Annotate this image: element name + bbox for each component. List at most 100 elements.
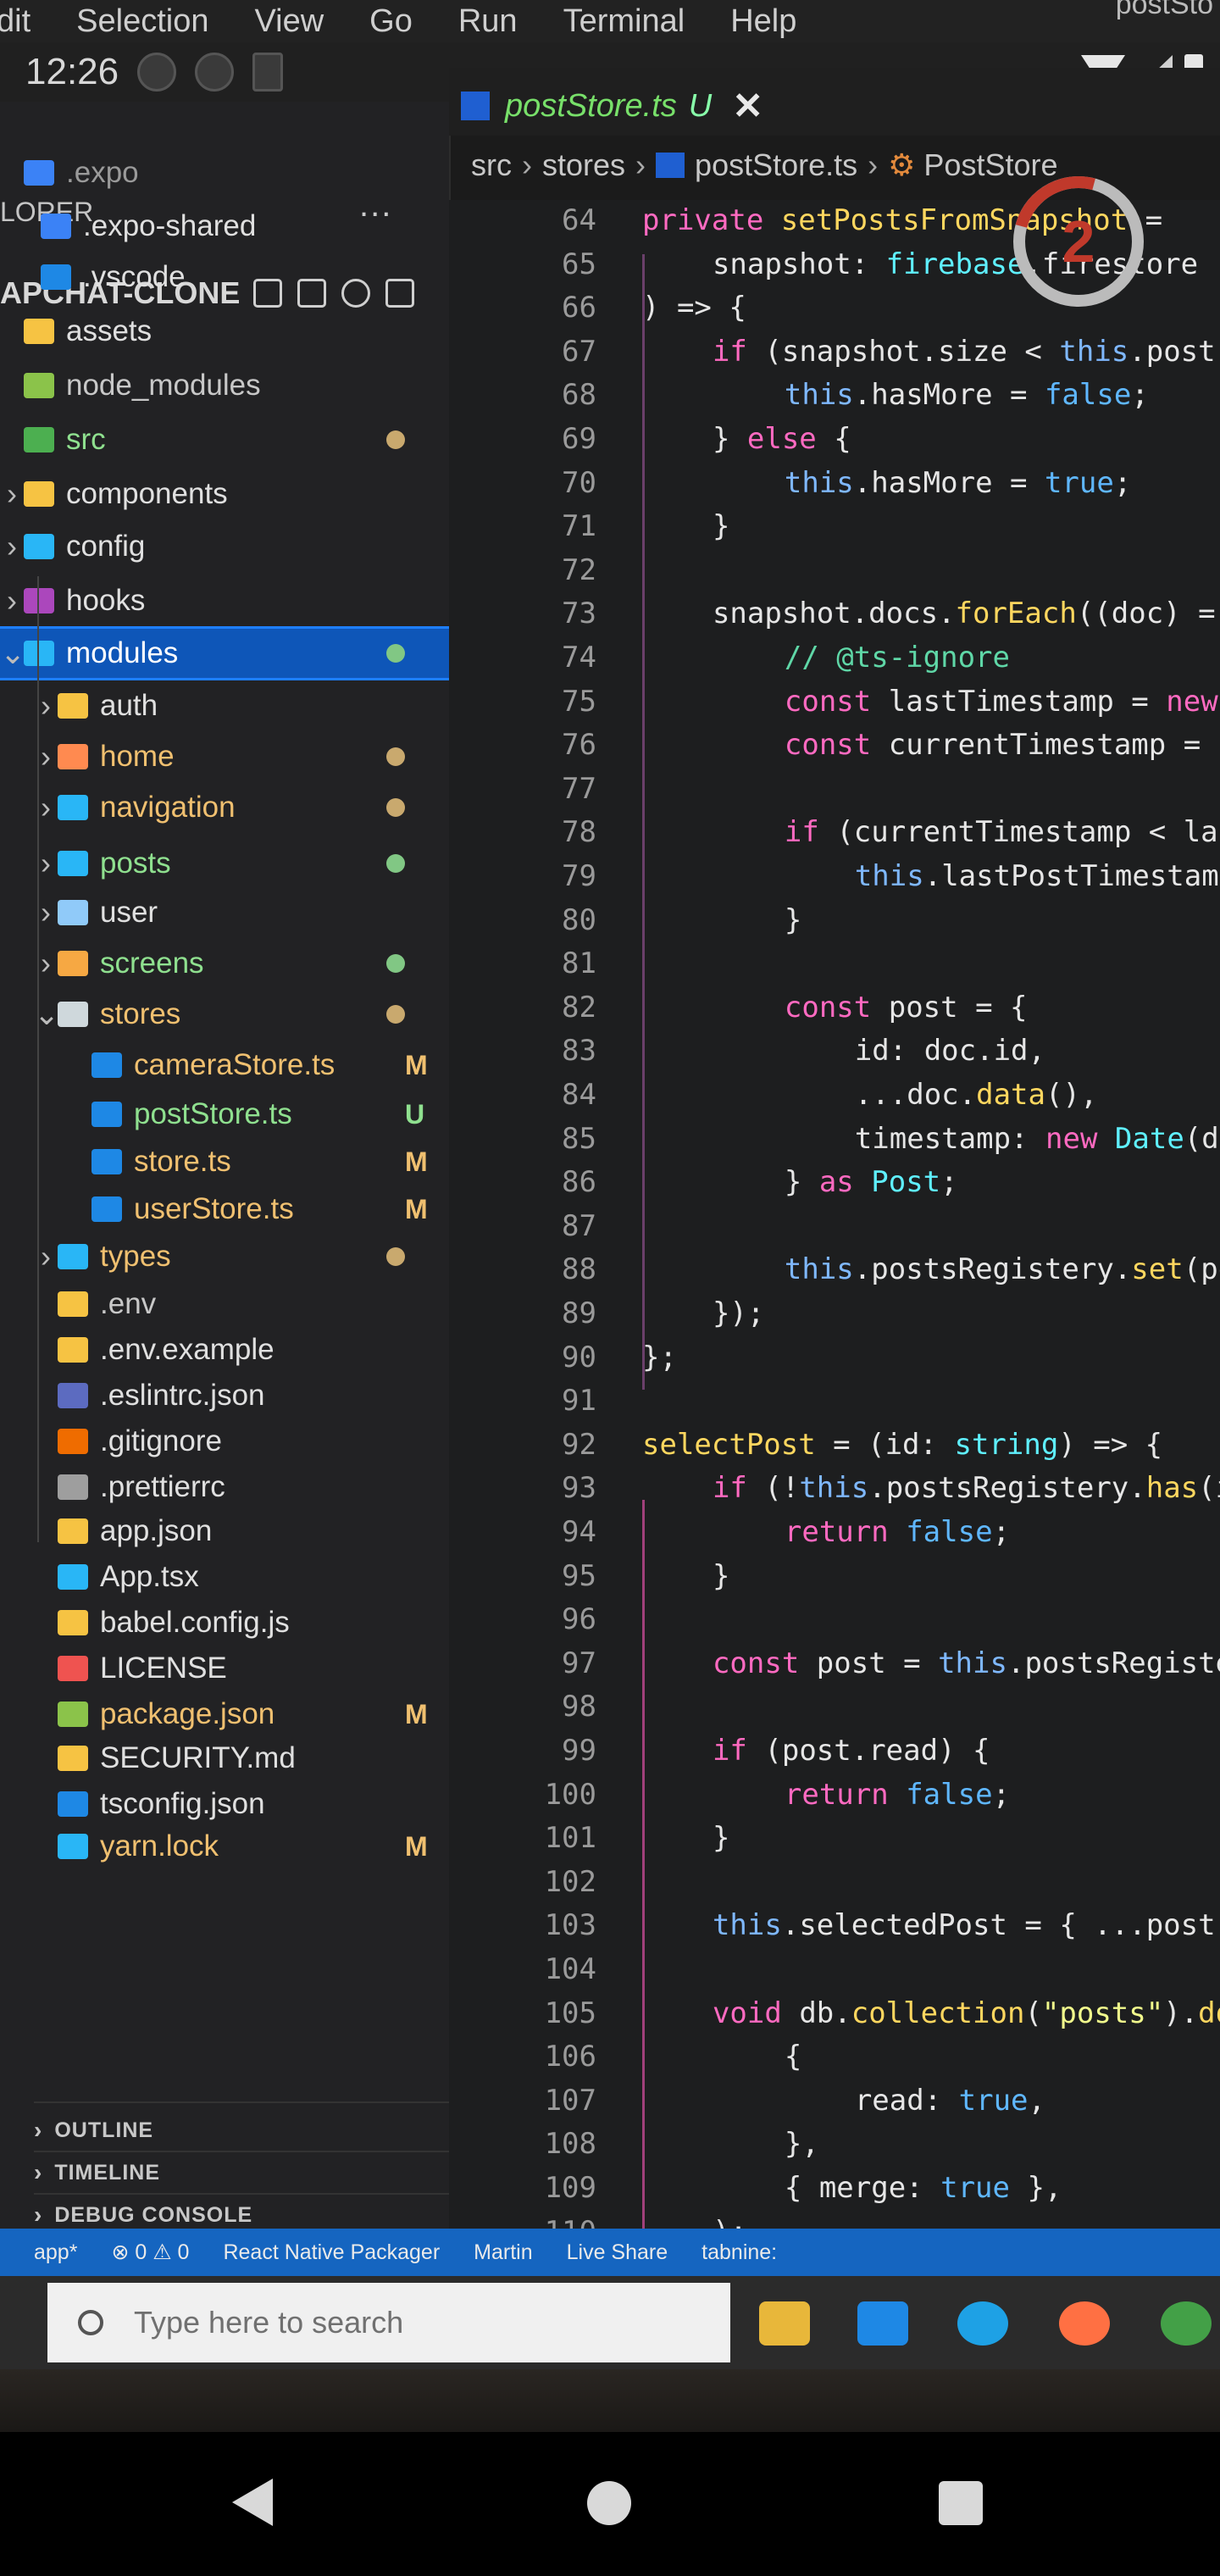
git-branch-item[interactable]: app* [34, 2240, 77, 2265]
tree-item[interactable]: LICENSE [0, 1644, 449, 1693]
tree-item[interactable]: › types [0, 1232, 449, 1281]
tree-item[interactable]: babel.config.js [0, 1598, 449, 1647]
code-line[interactable]: this.lastPostTimestamp = d [751, 859, 1220, 893]
tree-item[interactable]: app.json [0, 1507, 449, 1556]
chrome-icon[interactable] [1161, 2301, 1212, 2346]
code-line[interactable]: } as Post; [715, 1165, 958, 1199]
tree-item[interactable]: .prettierrc [0, 1463, 449, 1512]
code-line[interactable]: } [678, 1821, 729, 1855]
code-line[interactable]: const post = this.postsRegistery [678, 1646, 1220, 1680]
code-line[interactable]: { merge: true }, [715, 2171, 1062, 2205]
tree-item[interactable]: .eslintrc.json [0, 1371, 449, 1420]
code-line[interactable]: ) => { [642, 291, 746, 325]
breadcrumb-item[interactable]: stores [542, 147, 625, 183]
code-line[interactable]: } [678, 509, 729, 543]
code-line[interactable]: if (post.read) { [678, 1734, 990, 1768]
panel-timeline[interactable]: › TIMELINE [34, 2154, 160, 2191]
code-line[interactable]: return false; [715, 1778, 1010, 1812]
breadcrumb-item[interactable]: src [471, 147, 512, 183]
tree-item[interactable]: › screens [0, 939, 449, 988]
code-line[interactable]: read: true, [751, 2084, 1045, 2118]
panel-outline[interactable]: › OUTLINE [34, 2112, 153, 2149]
code-line[interactable]: this.hasMore = true; [715, 466, 1131, 500]
tree-item[interactable]: .expo [0, 148, 449, 197]
code-line[interactable]: return false; [715, 1515, 1010, 1549]
tree-item[interactable]: store.ts M [0, 1137, 449, 1186]
tree-item[interactable]: › navigation [0, 783, 449, 832]
breadcrumb-item[interactable]: PostStore [923, 147, 1057, 183]
tree-item[interactable]: › hooks [0, 576, 449, 625]
tab-poststore[interactable]: postStore.ts U ✕ [461, 76, 763, 136]
back-icon[interactable] [232, 2479, 273, 2526]
file-explorer-icon[interactable] [759, 2301, 810, 2346]
mail-icon[interactable] [857, 2301, 908, 2346]
code-line[interactable]: if (currentTimestamp < lastT [715, 815, 1220, 849]
code-line[interactable]: if (snapshot.size < this.post [678, 335, 1216, 369]
tree-item[interactable]: › config [0, 522, 449, 571]
code-line[interactable]: selectPost = (id: string) => { [642, 1428, 1162, 1462]
code-line[interactable]: ...doc.data(), [751, 1078, 1098, 1112]
breadcrumb-item[interactable]: postStore.ts [695, 147, 857, 183]
menu-item[interactable]: Go [369, 3, 413, 40]
watermark-badge: 2 [1013, 176, 1144, 307]
close-icon[interactable]: ✕ [732, 85, 763, 128]
tree-item[interactable]: .env [0, 1280, 449, 1329]
tree-item[interactable]: › components [0, 469, 449, 519]
tree-item[interactable]: .expo-shared [0, 202, 449, 251]
code-line[interactable]: }, [715, 2127, 819, 2161]
live-share-item[interactable]: Live Share [567, 2240, 668, 2265]
tree-item[interactable]: postStore.ts U [0, 1090, 449, 1139]
code-line[interactable]: } else { [678, 422, 851, 456]
code-line[interactable]: this.hasMore = false; [715, 378, 1149, 412]
tree-item[interactable]: › home [0, 732, 449, 781]
menu-item[interactable]: Help [730, 3, 796, 40]
tree-item[interactable]: › auth [0, 681, 449, 730]
code-line[interactable]: if (!this.postsRegistery.has(id) [678, 1471, 1220, 1505]
tree-item[interactable]: ⌄ stores [0, 990, 449, 1039]
code-line[interactable]: const currentTimestamp = new [715, 728, 1220, 762]
code-line[interactable]: id: doc.id, [751, 1034, 1045, 1068]
recents-icon[interactable] [939, 2481, 983, 2525]
menu-item[interactable]: dit [0, 3, 30, 40]
code-line[interactable]: const post = { [715, 991, 1028, 1024]
tree-item[interactable]: cameraStore.ts M [0, 1041, 449, 1090]
code-line[interactable]: const lastTimestamp = new Da [715, 685, 1220, 719]
problems-item[interactable]: ⊗ 0 ⚠ 0 [111, 2240, 189, 2265]
code-line[interactable]: timestamp: new Date(doc.dat [751, 1122, 1220, 1156]
code-line[interactable]: } [678, 1559, 729, 1593]
menu-item[interactable]: View [254, 3, 324, 40]
tree-item[interactable]: yarn.lock M [0, 1822, 449, 1871]
tree-item[interactable]: › user [0, 888, 449, 937]
code-line[interactable]: this.postsRegistery.set(post. [715, 1252, 1220, 1286]
code-line[interactable]: this.selectedPost = { ...post, re [678, 1908, 1220, 1942]
code-line[interactable]: // @ts-ignore [715, 641, 1010, 675]
code-line[interactable]: snapshot.docs.forEach((doc) = [678, 597, 1216, 630]
account-item[interactable]: Martin [474, 2240, 532, 2265]
code-line[interactable]: { [715, 2040, 801, 2074]
code-line[interactable]: void db.collection("posts").doc(i [678, 1996, 1220, 2030]
menu-item[interactable]: Selection [76, 3, 208, 40]
code-line[interactable]: }); [678, 1296, 764, 1330]
taskbar-search[interactable]: Type here to search [47, 2283, 730, 2362]
tree-item[interactable]: ⌄ modules [0, 626, 452, 680]
tree-item[interactable]: .gitignore [0, 1417, 449, 1466]
code-line[interactable]: } [715, 903, 801, 937]
tree-item[interactable]: src [0, 415, 449, 464]
tabnine-item[interactable]: tabnine: [702, 2240, 777, 2265]
tree-item[interactable]: App.tsx [0, 1552, 449, 1602]
tree-item[interactable]: SECURITY.md [0, 1734, 449, 1783]
tree-item[interactable]: package.json M [0, 1690, 449, 1739]
edge-icon[interactable] [957, 2301, 1008, 2346]
tree-item[interactable]: .vscode [0, 253, 449, 302]
code-line[interactable]: }; [642, 1341, 677, 1374]
menu-item[interactable]: Run [458, 3, 518, 40]
menu-item[interactable]: Terminal [563, 3, 685, 40]
home-icon[interactable] [587, 2481, 631, 2525]
tree-item[interactable]: userStore.ts M [0, 1185, 449, 1234]
tree-item[interactable]: › posts [0, 839, 449, 888]
tree-item[interactable]: assets [0, 307, 449, 356]
packager-item[interactable]: React Native Packager [223, 2240, 440, 2265]
tree-item[interactable]: .env.example [0, 1325, 449, 1374]
firefox-icon[interactable] [1059, 2301, 1110, 2346]
tree-item[interactable]: node_modules [0, 361, 449, 410]
